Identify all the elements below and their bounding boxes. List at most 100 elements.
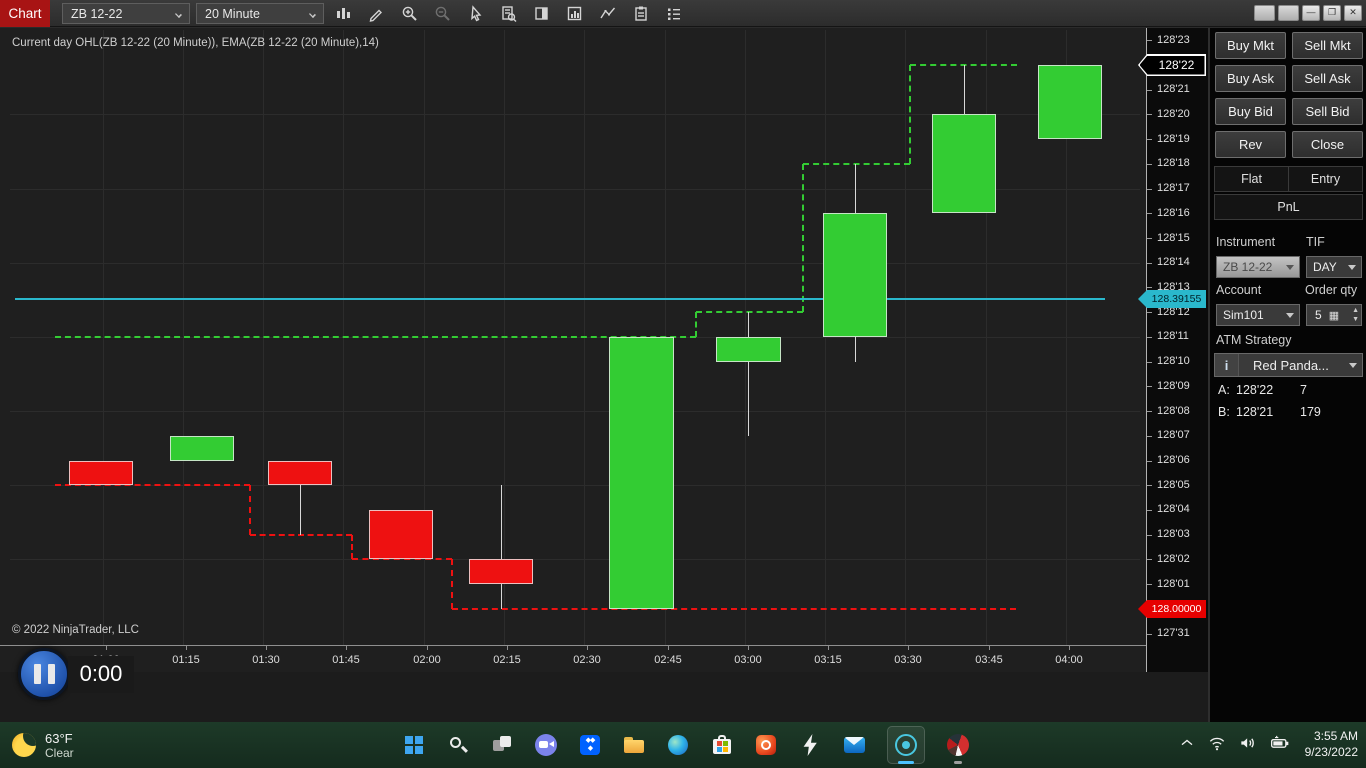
running-app-indicator	[954, 761, 962, 764]
start-button[interactable]	[402, 725, 426, 765]
order-panel: Buy Mkt Sell Mkt Buy Ask Sell Ask Buy Bi…	[1208, 28, 1366, 722]
price-tick	[1147, 213, 1152, 214]
restore-button[interactable]: ❐	[1323, 5, 1341, 21]
entry-button[interactable]: Entry	[1288, 166, 1363, 192]
file-explorer-icon[interactable]	[622, 725, 646, 765]
weather-widget[interactable]: 63°F Clear	[12, 727, 74, 763]
atm-strategy-value: Red Panda...	[1253, 357, 1329, 373]
wifi-icon[interactable]	[1206, 733, 1228, 758]
clock[interactable]: 3:55 AM 9/23/2022	[1305, 729, 1358, 760]
window-controls: — ❐ ✕	[1254, 5, 1362, 21]
info-icon[interactable]: i	[1215, 354, 1239, 376]
edge-icon[interactable]	[666, 725, 690, 765]
pnl-button[interactable]: PnL	[1214, 194, 1363, 220]
day-low-line-segment	[351, 534, 353, 560]
volume-icon[interactable]	[1237, 733, 1259, 758]
ninjatrader-icon[interactable]	[946, 725, 970, 765]
panel-button-2[interactable]	[1278, 5, 1299, 21]
account-label: Account	[1216, 283, 1262, 297]
reverse-button[interactable]: Rev	[1215, 131, 1286, 158]
time-label: 03:15	[814, 654, 842, 666]
close-button[interactable]: ✕	[1344, 5, 1362, 21]
time-label: 04:00	[1055, 654, 1083, 666]
ask-size: 7	[1300, 383, 1307, 397]
close-position-button[interactable]: Close	[1292, 131, 1363, 158]
time-tick	[908, 646, 909, 650]
panel-button-1[interactable]	[1254, 5, 1275, 21]
sell-ask-button[interactable]: Sell Ask	[1292, 65, 1363, 92]
buy-ask-button[interactable]: Buy Ask	[1215, 65, 1286, 92]
price-label: 128'17	[1157, 182, 1190, 194]
price-tick	[1147, 436, 1152, 437]
candle-up	[823, 213, 887, 337]
candle-lower-wick	[501, 584, 502, 609]
time-axis[interactable]: 01:0001:1501:3001:4502:0002:1502:3002:45…	[0, 645, 1146, 672]
bid-row: B: 128'21 179	[1210, 405, 1366, 421]
recorder-app-icon[interactable]	[886, 725, 926, 765]
buy-bid-button[interactable]: Buy Bid	[1215, 98, 1286, 125]
sell-bid-button[interactable]: Sell Bid	[1292, 98, 1363, 125]
order-qty-label: Order qty	[1305, 283, 1358, 297]
price-label: 128'03	[1157, 528, 1190, 540]
time-label: 03:00	[734, 654, 762, 666]
price-label: 128'06	[1157, 454, 1190, 466]
quantity-stepper[interactable]: 5 ▦ ▲ ▼	[1306, 304, 1362, 326]
account-select[interactable]: Sim101	[1216, 304, 1300, 326]
bolt-app-icon[interactable]	[798, 725, 822, 765]
day-low-marker-text: 128.00000	[1151, 603, 1202, 615]
quantity-spinner[interactable]: ▲ ▼	[1352, 306, 1359, 324]
spinner-down-icon[interactable]: ▼	[1352, 315, 1359, 324]
time-tick	[186, 646, 187, 650]
price-tick	[1147, 189, 1152, 190]
instrument-select[interactable]: ZB 12-22	[1216, 256, 1300, 278]
tray-chevron-up-icon[interactable]	[1177, 733, 1197, 758]
time-label: 01:30	[252, 654, 280, 666]
search-icon[interactable]	[446, 725, 470, 765]
buy-mkt-button[interactable]: Buy Mkt	[1215, 32, 1286, 59]
indicator-label: Current day OHL(ZB 12-22 (20 Minute)), E…	[12, 37, 379, 49]
taskbar-icons: ◆◆ ◆	[402, 722, 970, 768]
chevron-down-icon	[1286, 265, 1294, 270]
calculator-icon[interactable]: ▦	[1329, 309, 1339, 322]
copyright-text: © 2022 NinjaTrader, LLC	[12, 624, 139, 636]
bid-prefix: B:	[1218, 405, 1230, 419]
pause-button[interactable]	[18, 648, 70, 700]
bid-price: 128'21	[1236, 405, 1274, 419]
account-select-value: Sim101	[1223, 308, 1264, 322]
office-icon[interactable]	[754, 725, 778, 765]
battery-charging-icon[interactable]	[1268, 733, 1292, 758]
candle-lower-wick	[300, 485, 301, 535]
tif-select[interactable]: DAY	[1306, 256, 1362, 278]
price-label: 128'02	[1157, 553, 1190, 565]
day-high-line-segment	[55, 335, 696, 338]
last-price-marker-inner: 128'22	[1139, 55, 1205, 75]
last-price-marker: 128'22	[1138, 54, 1206, 76]
mail-icon[interactable]	[842, 725, 866, 765]
price-tick	[1147, 90, 1152, 91]
day-high-line-segment	[695, 312, 697, 337]
price-tick	[1147, 164, 1152, 165]
clock-date: 9/23/2022	[1304, 745, 1358, 759]
gridline-horizontal	[10, 559, 1140, 560]
chat-icon[interactable]	[534, 725, 558, 765]
atm-strategy-label: ATM Strategy	[1216, 333, 1292, 347]
task-view-icon[interactable]	[490, 725, 514, 765]
price-tick	[1147, 263, 1152, 264]
ask-price: 128'22	[1236, 383, 1274, 397]
atm-strategy-select[interactable]: i Red Panda...	[1214, 353, 1363, 377]
minimize-button[interactable]: —	[1302, 5, 1320, 21]
price-label: 128'07	[1157, 429, 1190, 441]
price-tick	[1147, 535, 1152, 536]
quantity-value: 5	[1315, 308, 1322, 322]
ask-row: A: 128'22 7	[1210, 383, 1366, 399]
candle-up	[608, 336, 674, 609]
flat-button[interactable]: Flat	[1214, 166, 1289, 192]
sell-mkt-button[interactable]: Sell Mkt	[1292, 32, 1363, 59]
spinner-up-icon[interactable]: ▲	[1352, 306, 1359, 315]
time-tick	[989, 646, 990, 650]
store-icon[interactable]	[710, 725, 734, 765]
dropbox-icon[interactable]: ◆◆ ◆	[578, 725, 602, 765]
ask-prefix: A:	[1218, 383, 1230, 397]
price-label: 128'18	[1157, 157, 1190, 169]
system-tray: 3:55 AM 9/23/2022	[1177, 722, 1358, 768]
